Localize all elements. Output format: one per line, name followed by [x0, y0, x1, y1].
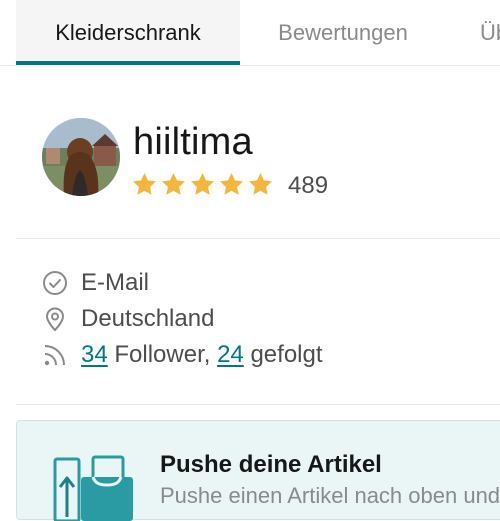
- email-label: E-Mail: [81, 269, 150, 296]
- followers-label: Follower,: [107, 341, 218, 368]
- tab-label: Kleiderschrank: [55, 20, 201, 45]
- tab-label: Üb: [480, 20, 500, 45]
- star-icon: [218, 171, 245, 198]
- rating-stars[interactable]: [131, 171, 274, 198]
- active-tab-indicator: [16, 61, 240, 65]
- avatar[interactable]: [42, 118, 120, 196]
- rating-count[interactable]: 489: [288, 172, 328, 200]
- divider: [16, 404, 500, 405]
- star-icon: [247, 171, 274, 198]
- avatar-photo: [42, 118, 120, 196]
- divider: [16, 238, 500, 239]
- check-circle-icon: [42, 270, 68, 296]
- promo-card[interactable]: Pushe deine Artikel Pushe einen Artikel …: [16, 420, 500, 521]
- map-pin-icon: [42, 306, 68, 332]
- star-icon: [160, 171, 187, 198]
- followers-count-link[interactable]: 34: [81, 341, 108, 368]
- location-row: Deutschland: [42, 304, 214, 334]
- tab-kleiderschrank[interactable]: Kleiderschrank: [16, 0, 240, 66]
- rss-icon: [42, 342, 68, 368]
- following-count-link[interactable]: 24: [217, 341, 244, 368]
- promo-subtitle: Pushe einen Artikel nach oben und: [160, 483, 500, 508]
- email-verified-row: E-Mail: [42, 268, 149, 298]
- tab-label: Bewertungen: [278, 20, 408, 45]
- username: hiiltima: [133, 121, 253, 163]
- tab-bar: Kleiderschrank Bewertungen Üb: [0, 0, 500, 66]
- followers-text: 34 Follower, 24 gefolgt: [81, 341, 323, 369]
- following-label: gefolgt: [243, 341, 323, 368]
- tab-bewertungen[interactable]: Bewertungen: [240, 0, 446, 66]
- followers-row: 34 Follower, 24 gefolgt: [42, 340, 323, 370]
- promo-title: Pushe deine Artikel: [160, 451, 382, 478]
- location-text: Deutschland: [81, 305, 215, 332]
- bump-illustration-icon: [53, 455, 133, 521]
- tab-uber[interactable]: Üb: [446, 0, 500, 66]
- star-icon: [189, 171, 216, 198]
- star-icon: [131, 171, 158, 198]
